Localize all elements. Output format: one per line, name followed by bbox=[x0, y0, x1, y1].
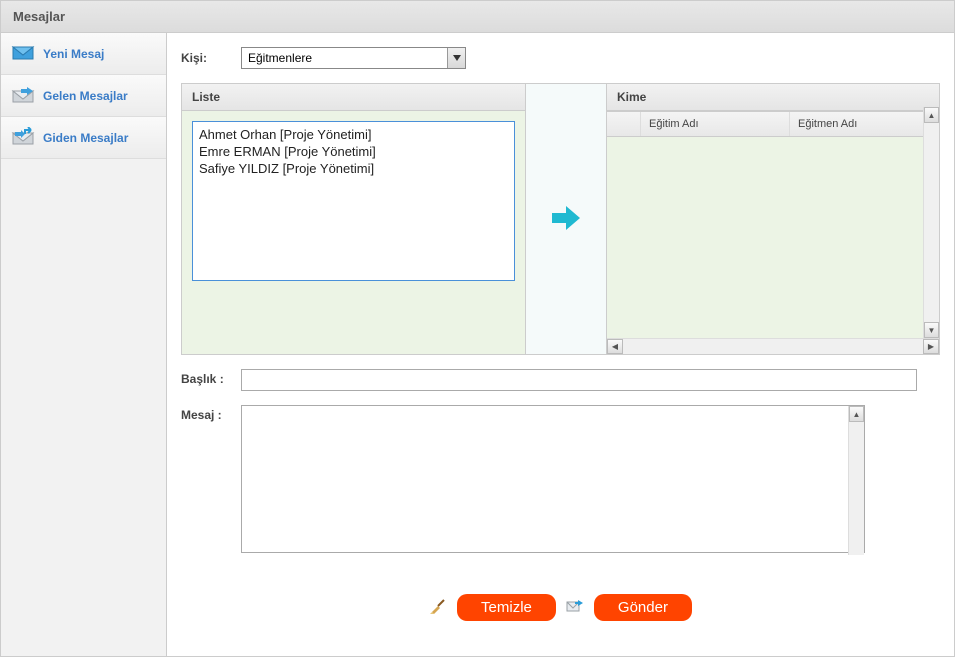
scroll-track[interactable] bbox=[623, 339, 923, 354]
transfer-right-button[interactable] bbox=[550, 203, 582, 236]
message-wrap: ▲ bbox=[241, 405, 865, 556]
scroll-up-button[interactable]: ▲ bbox=[849, 406, 864, 422]
recipient-type-select-wrap bbox=[241, 47, 466, 69]
sidebar-item-label: Gelen Mesajlar bbox=[43, 89, 128, 103]
source-listbox[interactable]: Ahmet Orhan [Proje Yönetimi] Emre ERMAN … bbox=[192, 121, 515, 281]
transfer-panels: Liste Ahmet Orhan [Proje Yönetimi] Emre … bbox=[181, 83, 940, 355]
clear-button[interactable]: Temizle bbox=[457, 594, 556, 621]
message-row: Mesaj : ▲ bbox=[181, 405, 940, 556]
send-mail-icon bbox=[566, 597, 584, 618]
app-window: Mesajlar Yeni Mesaj Gelen Mesajlar Giden… bbox=[0, 0, 955, 657]
source-panel: Liste Ahmet Orhan [Proje Yönetimi] Emre … bbox=[181, 83, 526, 355]
message-label: Mesaj : bbox=[181, 405, 241, 422]
grid-header-row: Eğitim Adı Eğitmen Adı bbox=[607, 111, 939, 137]
envelope-out-icon bbox=[11, 127, 35, 148]
list-item[interactable]: Emre ERMAN [Proje Yönetimi] bbox=[197, 143, 510, 160]
scroll-down-button[interactable]: ▼ bbox=[924, 322, 939, 338]
broom-icon bbox=[429, 597, 447, 618]
scroll-up-button[interactable]: ▲ bbox=[924, 107, 939, 123]
list-item[interactable]: Safiye YILDIZ [Proje Yönetimi] bbox=[197, 160, 510, 177]
recipient-type-select[interactable] bbox=[241, 47, 466, 69]
page-header: Mesajlar bbox=[1, 1, 954, 33]
subject-row: Başlık : bbox=[181, 369, 940, 391]
sidebar-item-new-message[interactable]: Yeni Mesaj bbox=[1, 33, 166, 75]
list-item[interactable]: Ahmet Orhan [Proje Yönetimi] bbox=[197, 126, 510, 143]
grid-header-col-course[interactable]: Eğitim Adı bbox=[641, 112, 790, 136]
sidebar-item-inbox[interactable]: Gelen Mesajlar bbox=[1, 75, 166, 117]
arrow-right-icon bbox=[550, 203, 582, 233]
scroll-right-button[interactable]: ▶ bbox=[923, 339, 939, 354]
subject-input[interactable] bbox=[241, 369, 917, 391]
sidebar-item-label: Yeni Mesaj bbox=[43, 47, 104, 61]
sidebar-item-label: Giden Mesajlar bbox=[43, 131, 128, 145]
body-layout: Yeni Mesaj Gelen Mesajlar Giden Mesajlar… bbox=[1, 33, 954, 656]
grid-header-col-trainer[interactable]: Eğitmen Adı bbox=[790, 112, 939, 136]
sidebar: Yeni Mesaj Gelen Mesajlar Giden Mesajlar bbox=[1, 33, 167, 656]
source-panel-body: Ahmet Orhan [Proje Yönetimi] Emre ERMAN … bbox=[182, 111, 525, 354]
grid-body bbox=[607, 137, 939, 354]
textarea-scrollbar[interactable]: ▲ bbox=[848, 406, 864, 555]
message-textarea[interactable] bbox=[241, 405, 865, 553]
target-panel: Kime Eğitim Adı Eğitmen Adı ▲ ▼ ◀ bbox=[606, 83, 940, 355]
send-button[interactable]: Gönder bbox=[594, 594, 692, 621]
transfer-gap bbox=[526, 83, 606, 355]
action-footer: Temizle Gönder bbox=[181, 570, 940, 621]
page-title: Mesajlar bbox=[13, 9, 942, 24]
recipient-type-label: Kişi: bbox=[181, 51, 241, 65]
vertical-scrollbar[interactable]: ▲ ▼ bbox=[923, 107, 939, 338]
horizontal-scrollbar[interactable]: ◀ ▶ bbox=[607, 338, 939, 354]
scroll-left-button[interactable]: ◀ bbox=[607, 339, 623, 354]
target-panel-header: Kime bbox=[607, 84, 939, 111]
grid-header-spacer bbox=[607, 112, 641, 136]
envelope-in-icon bbox=[11, 85, 35, 106]
recipient-type-row: Kişi: bbox=[181, 47, 940, 69]
sidebar-item-outbox[interactable]: Giden Mesajlar bbox=[1, 117, 166, 159]
main-panel: Kişi: Liste Ahmet Orhan [Proje Yönetimi]… bbox=[167, 33, 954, 656]
envelope-icon bbox=[11, 43, 35, 64]
source-panel-header: Liste bbox=[182, 84, 525, 111]
subject-label: Başlık : bbox=[181, 369, 241, 386]
